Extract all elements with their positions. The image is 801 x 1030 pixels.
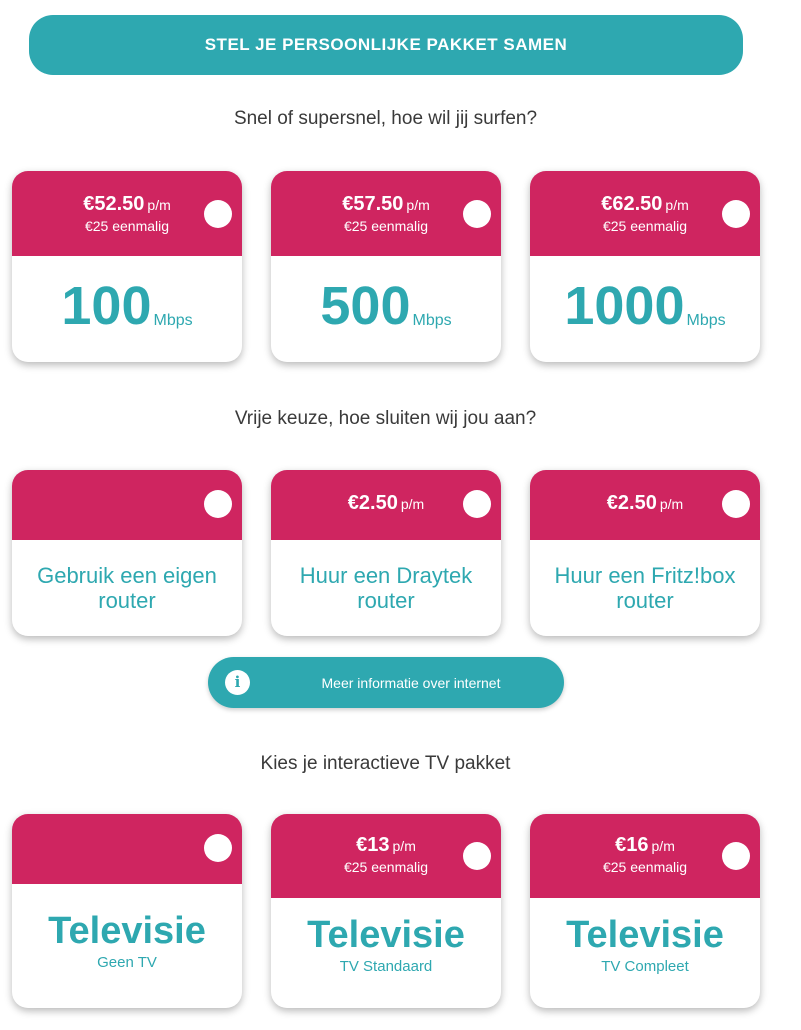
more-info-internet-button[interactable]: i Meer informatie over internet (208, 657, 564, 708)
card-body: Televisie TV Standaard (271, 898, 501, 1008)
price: €16 (615, 834, 649, 856)
card-header: €2.50 p/m (530, 470, 760, 540)
per-month: p/m (659, 496, 684, 512)
tv-subtitle: TV Standaard (339, 958, 433, 975)
speed-unit: Mbps (412, 312, 452, 329)
card-body: Televisie TV Compleet (530, 898, 760, 1008)
radio-button[interactable] (722, 490, 750, 518)
price: €2.50 (606, 492, 657, 514)
router-label: Gebruik een eigen router (37, 563, 217, 613)
price: €13 (356, 834, 390, 856)
card-header (12, 814, 242, 884)
tv-subtitle: TV Compleet (601, 958, 689, 975)
card-header: €62.50 p/m €25 eenmalig (530, 171, 760, 256)
tv-title: Televisie (566, 914, 724, 956)
internet-heading: Snel of supersnel, hoe wil jij surfen? (233, 108, 538, 129)
card-body: 500 Mbps (271, 256, 501, 362)
card-body: 100 Mbps (12, 256, 242, 362)
router-option-draytek[interactable]: €2.50 p/m Huur een Draytek router (271, 470, 501, 636)
internet-option-1000[interactable]: €62.50 p/m €25 eenmalig 1000 Mbps (530, 171, 760, 362)
speed-unit: Mbps (153, 312, 193, 329)
banner-title: STEL JE PERSOONLIJKE PAKKET SAMEN (204, 35, 568, 54)
radio-button[interactable] (722, 842, 750, 870)
tv-title: Televisie (48, 910, 206, 952)
card-header: €13 p/m €25 eenmalig (271, 814, 501, 898)
router-label: Huur een Fritz!box router (554, 563, 736, 613)
card-body: Televisie Geen TV (12, 884, 242, 1008)
radio-button[interactable] (204, 490, 232, 518)
per-month: p/m (147, 197, 171, 213)
tv-option-standard[interactable]: €13 p/m €25 eenmalig Televisie TV Standaa… (271, 814, 501, 1008)
radio-button[interactable] (463, 490, 491, 518)
card-header: €57.50 p/m €25 eenmalig (271, 171, 501, 256)
radio-button[interactable] (463, 842, 491, 870)
radio-button[interactable] (722, 200, 750, 228)
card-body: 1000 Mbps (530, 256, 760, 362)
price: €57.50 (342, 193, 404, 215)
per-month: p/m (651, 838, 675, 854)
card-header: €2.50 p/m (271, 470, 501, 540)
per-month: p/m (665, 197, 689, 213)
radio-button[interactable] (463, 200, 491, 228)
internet-option-500[interactable]: €57.50 p/m €25 eenmalig 500 Mbps (271, 171, 501, 362)
router-option-own[interactable]: Gebruik een eigen router (12, 470, 242, 636)
price: €62.50 (601, 193, 663, 215)
card-header: €16 p/m €25 eenmalig (530, 814, 760, 898)
router-heading: Vrije keuze, hoe sluiten wij jou aan? (234, 408, 537, 429)
router-option-fritzbox[interactable]: €2.50 p/m Huur een Fritz!box router (530, 470, 760, 636)
info-button-label: Meer informatie over internet (321, 674, 501, 691)
tv-heading: Kies je interactieve TV pakket (260, 753, 511, 774)
per-month: p/m (406, 197, 430, 213)
per-month: p/m (400, 496, 425, 512)
tv-option-none[interactable]: Televisie Geen TV (12, 814, 242, 1008)
radio-button[interactable] (204, 200, 232, 228)
speed-value: 500 (320, 276, 411, 336)
radio-button[interactable] (204, 834, 232, 862)
speed-value: 1000 (564, 276, 685, 336)
tv-option-complete[interactable]: €16 p/m €25 eenmalig Televisie TV Complee… (530, 814, 760, 1008)
tv-title: Televisie (307, 914, 465, 956)
price: €52.50 (83, 193, 145, 215)
internet-option-100[interactable]: €52.50 p/m €25 eenmalig 100 Mbps (12, 171, 242, 362)
price: €2.50 (347, 492, 398, 514)
card-header: €52.50 p/m €25 eenmalig (12, 171, 242, 256)
speed-unit: Mbps (686, 312, 726, 329)
card-header (12, 470, 242, 540)
router-label: Huur een Draytek router (299, 563, 473, 613)
tv-subtitle: Geen TV (97, 954, 157, 971)
info-icon: i (225, 670, 250, 695)
speed-value: 100 (61, 276, 152, 336)
per-month: p/m (392, 838, 416, 854)
page-banner: STEL JE PERSOONLIJKE PAKKET SAMEN (29, 15, 743, 75)
